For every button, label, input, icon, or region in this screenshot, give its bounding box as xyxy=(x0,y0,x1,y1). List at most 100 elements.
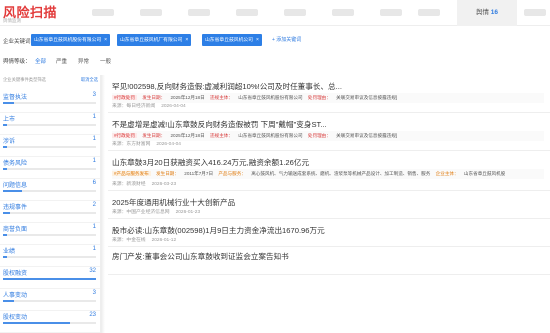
redacted-nav-item[interactable] xyxy=(188,9,210,16)
sentiment-option-normal[interactable]: 一般 xyxy=(100,57,111,65)
sentiment-option-severe[interactable]: 严重 xyxy=(56,57,67,65)
sidebar-item-count: 2 xyxy=(92,202,96,208)
sidebar-item-bar-fill xyxy=(3,212,11,214)
tag-separator xyxy=(167,133,168,138)
sidebar-item-count: 3 xyxy=(92,92,96,98)
sidebar-item-bar xyxy=(3,256,96,258)
app-header: 风险扫描 舆情监测 舆情 16 xyxy=(0,0,550,26)
sentiment-option-abnormal[interactable]: 异常 xyxy=(78,57,89,65)
redacted-nav-item[interactable] xyxy=(380,9,402,16)
sidebar-item-label: 股权变动 xyxy=(3,315,28,321)
sidebar-item-label: 股权融资 xyxy=(3,271,28,277)
deselect-all-button[interactable]: 取消全选 xyxy=(81,77,98,83)
news-tag: 山东省章丘鼓风机股份有限公司 xyxy=(238,133,303,138)
sentiment-filter-label: 舆情等级： xyxy=(3,59,31,65)
news-tag: 产品与服务： xyxy=(218,171,246,176)
news-list: 罕见!002598,反向财务造假:虚减利润超10%!公司及时任董事长、总... #… xyxy=(108,75,550,333)
add-keyword-button[interactable]: + 添加关键词 xyxy=(272,36,301,43)
news-item[interactable]: 不是虚增是虚减!山东章鼓反向财务造假被罚 下周"戴帽"变身ST... #行政处罚 … xyxy=(108,113,550,151)
news-item[interactable]: 股市必读:山东章鼓(002598)1月9日主力资金净流出1670.96万元 来源：… xyxy=(108,219,550,247)
news-title[interactable]: 山东章鼓3月20日获融资买入416.24万元,融资余额1.26亿元 xyxy=(112,157,309,168)
news-tag: 违规主体： xyxy=(210,95,233,100)
redacted-nav-item[interactable] xyxy=(140,9,162,16)
news-title[interactable]: 房门产发:董事会公司山东章鼓收到证监会立案告知书 xyxy=(112,251,289,262)
sidebar-item-count: 1 xyxy=(92,246,96,252)
news-source: 来源：东方财富网 xyxy=(112,142,151,147)
tag-separator xyxy=(139,95,140,100)
news-date: 2026-03-23 xyxy=(151,182,177,187)
news-title[interactable]: 罕见!002598,反向财务造假:虚减利润超10%!公司及时任董事长、总... xyxy=(112,81,342,92)
sidebar-item-bar-fill xyxy=(3,322,70,324)
sidebar-item-bar-fill xyxy=(3,168,7,170)
app-logo-subtitle: 舆情监测 xyxy=(3,18,21,23)
news-title[interactable]: 2025年度通用机械行业十大创新产品 xyxy=(112,197,235,208)
keyword-tag[interactable]: 山东省章丘鼓风机股份有限公司 × xyxy=(31,34,111,46)
sidebar-item-bar xyxy=(3,212,96,214)
news-item[interactable]: 2025年度通用机械行业十大创新产品来源：中国产业经济信息网 2026-01-23 xyxy=(108,191,550,219)
news-tag: 处罚理由： xyxy=(307,133,331,138)
news-item[interactable]: 罕见!002598,反向财务造假:虚减利润超10%!公司及时任董事长、总... #… xyxy=(108,75,550,113)
sidebar-item-count: 23 xyxy=(89,312,96,318)
tag-separator xyxy=(235,133,236,138)
sidebar-item-bar xyxy=(3,300,96,302)
redacted-nav-item[interactable] xyxy=(236,9,258,16)
news-date: 2026-04-04 xyxy=(161,104,186,109)
sidebar-item-label: 业绩 xyxy=(3,249,16,255)
tab-sentiment[interactable]: 舆情 16 xyxy=(457,0,517,26)
news-tag: 离心鼓风机、气力输送成套系统、磨机、渣浆泵等机械产品设计、加工制造、销售、服务 xyxy=(251,171,431,176)
news-tag: 处罚理由： xyxy=(307,95,331,100)
close-icon[interactable]: × xyxy=(104,37,107,43)
news-date: 2026-01-12 xyxy=(151,238,177,243)
tag-separator xyxy=(305,95,306,100)
news-title[interactable]: 不是虚增是虚减!山东章鼓反向财务造假被罚 下周"戴帽"变身ST... xyxy=(112,119,327,130)
sidebar-item-bar-fill xyxy=(3,146,7,148)
keyword-tag[interactable]: 山东省章丘鼓风机厂有限公司 × xyxy=(117,34,192,46)
sidebar-item-count: 3 xyxy=(92,290,96,296)
redacted-nav-item[interactable] xyxy=(284,9,306,16)
tag-separator xyxy=(207,133,208,138)
keyword-tag[interactable]: 山东省章丘鼓风机公司 × xyxy=(202,34,262,46)
news-tag-line: #产品与服务发布 发生日期： 2011年7月7日 产品与服务： 离心鼓风机、气力… xyxy=(112,169,544,179)
sidebar-filter-item[interactable]: 股权变动 23 xyxy=(0,307,100,333)
redacted-nav-item[interactable] xyxy=(92,9,114,16)
tag-separator xyxy=(139,133,140,138)
news-tag: 2025年12月18日 xyxy=(170,133,205,138)
sidebar-item-label: 问题信息 xyxy=(3,183,28,189)
news-source: 来源：新浪财经 xyxy=(112,182,146,187)
sidebar-item-count: 32 xyxy=(89,268,96,274)
sidebar-item-count: 1 xyxy=(92,158,96,164)
sidebar-item-label: 监督执法 xyxy=(3,95,28,101)
tag-separator xyxy=(167,95,168,100)
news-date: 2026-01-23 xyxy=(175,210,201,215)
sidebar-item-bar-fill xyxy=(3,190,22,192)
news-tag: 发生日期： xyxy=(142,95,166,100)
sidebar-header: 企业关键事件类型筛选 取消全选 xyxy=(3,77,98,83)
news-tag: 2025年12月18日 xyxy=(170,95,205,100)
redacted-nav-item[interactable] xyxy=(524,9,546,16)
news-source: 来源：中国产业经济信息网 xyxy=(112,210,170,215)
sidebar-header-label: 企业关键事件类型筛选 xyxy=(3,77,46,82)
sidebar-item-bar xyxy=(3,124,96,126)
news-title[interactable]: 股市必读:山东章鼓(002598)1月9日主力资金净流出1670.96万元 xyxy=(112,225,325,236)
tag-separator xyxy=(207,95,208,100)
close-icon[interactable]: × xyxy=(256,37,259,43)
tag-separator xyxy=(215,171,216,176)
sidebar-item-bar xyxy=(3,322,96,324)
tag-separator xyxy=(235,95,236,100)
news-source-line: 来源：中国产业经济信息网 2026-01-23 xyxy=(112,208,200,215)
sidebar-item-count: 1 xyxy=(92,136,96,142)
close-icon[interactable]: × xyxy=(185,37,188,43)
tab-sentiment-count: 16 xyxy=(490,9,499,16)
redacted-nav-item[interactable] xyxy=(332,9,354,16)
news-tag: 发生日期： xyxy=(156,171,179,176)
news-tag: 违规主体： xyxy=(210,133,233,138)
sidebar-item-bar xyxy=(3,190,96,192)
redacted-nav-item[interactable] xyxy=(418,9,440,16)
news-item[interactable]: 房门产发:董事会公司山东章鼓收到证监会立案告知书 xyxy=(108,247,550,275)
news-tag: 企业主体： xyxy=(435,171,459,176)
sentiment-option-all[interactable]: 全部 xyxy=(35,57,46,65)
news-source-line: 来源：每日经济新闻 2026-04-04 xyxy=(112,102,186,109)
sidebar-item-label: 涉诉 xyxy=(3,139,16,145)
news-tag: #行政处罚 xyxy=(112,133,137,138)
news-item[interactable]: 山东章鼓3月20日获融资买入416.24万元,融资余额1.26亿元 #产品与服务发… xyxy=(108,151,550,191)
